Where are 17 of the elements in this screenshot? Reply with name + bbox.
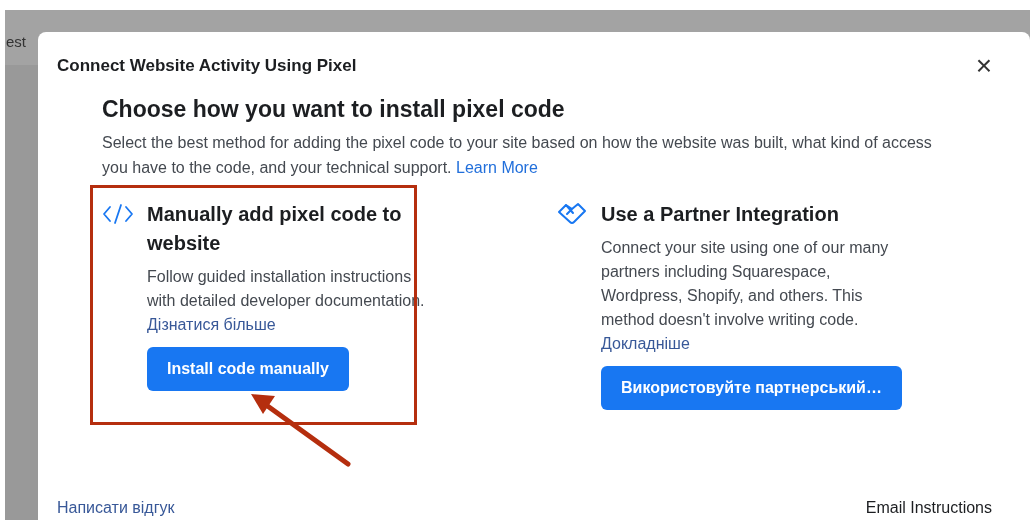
option-title: Use a Partner Integration [601,202,840,227]
close-button[interactable]: × [975,52,992,80]
option-title: Manually add pixel code to website [147,202,403,256]
email-instructions-link[interactable]: Email Instructions [865,496,992,520]
partner-integration-button[interactable]: Використовуйте партнерський… [601,366,902,410]
install-code-button[interactable]: Install code manually [147,347,349,391]
learn-more-link[interactable]: Learn More [456,159,538,176]
option-description: Connect your site using one of our many partners including Squarespace, Wordpress, Shopify, and others. This method doesn't involve writing code. [601,238,890,330]
feedback-link[interactable]: Написати відгук [57,496,175,520]
heading: Choose how you want to install pixel code [102,95,566,124]
learn-more-link[interactable]: Дізнатися більше [147,313,276,337]
learn-more-link[interactable]: Докладніше [601,332,690,356]
description: Select the best method for adding the pixel code to your site based on how the website was built, what kind of access you have to the code, and your technical support. Learn More [102,133,933,178]
handshake-icon [556,201,588,227]
code-icon [102,203,134,225]
tab-label: est [6,32,26,52]
dialog-title: Connect Website Activity Using Pixel [57,55,357,78]
